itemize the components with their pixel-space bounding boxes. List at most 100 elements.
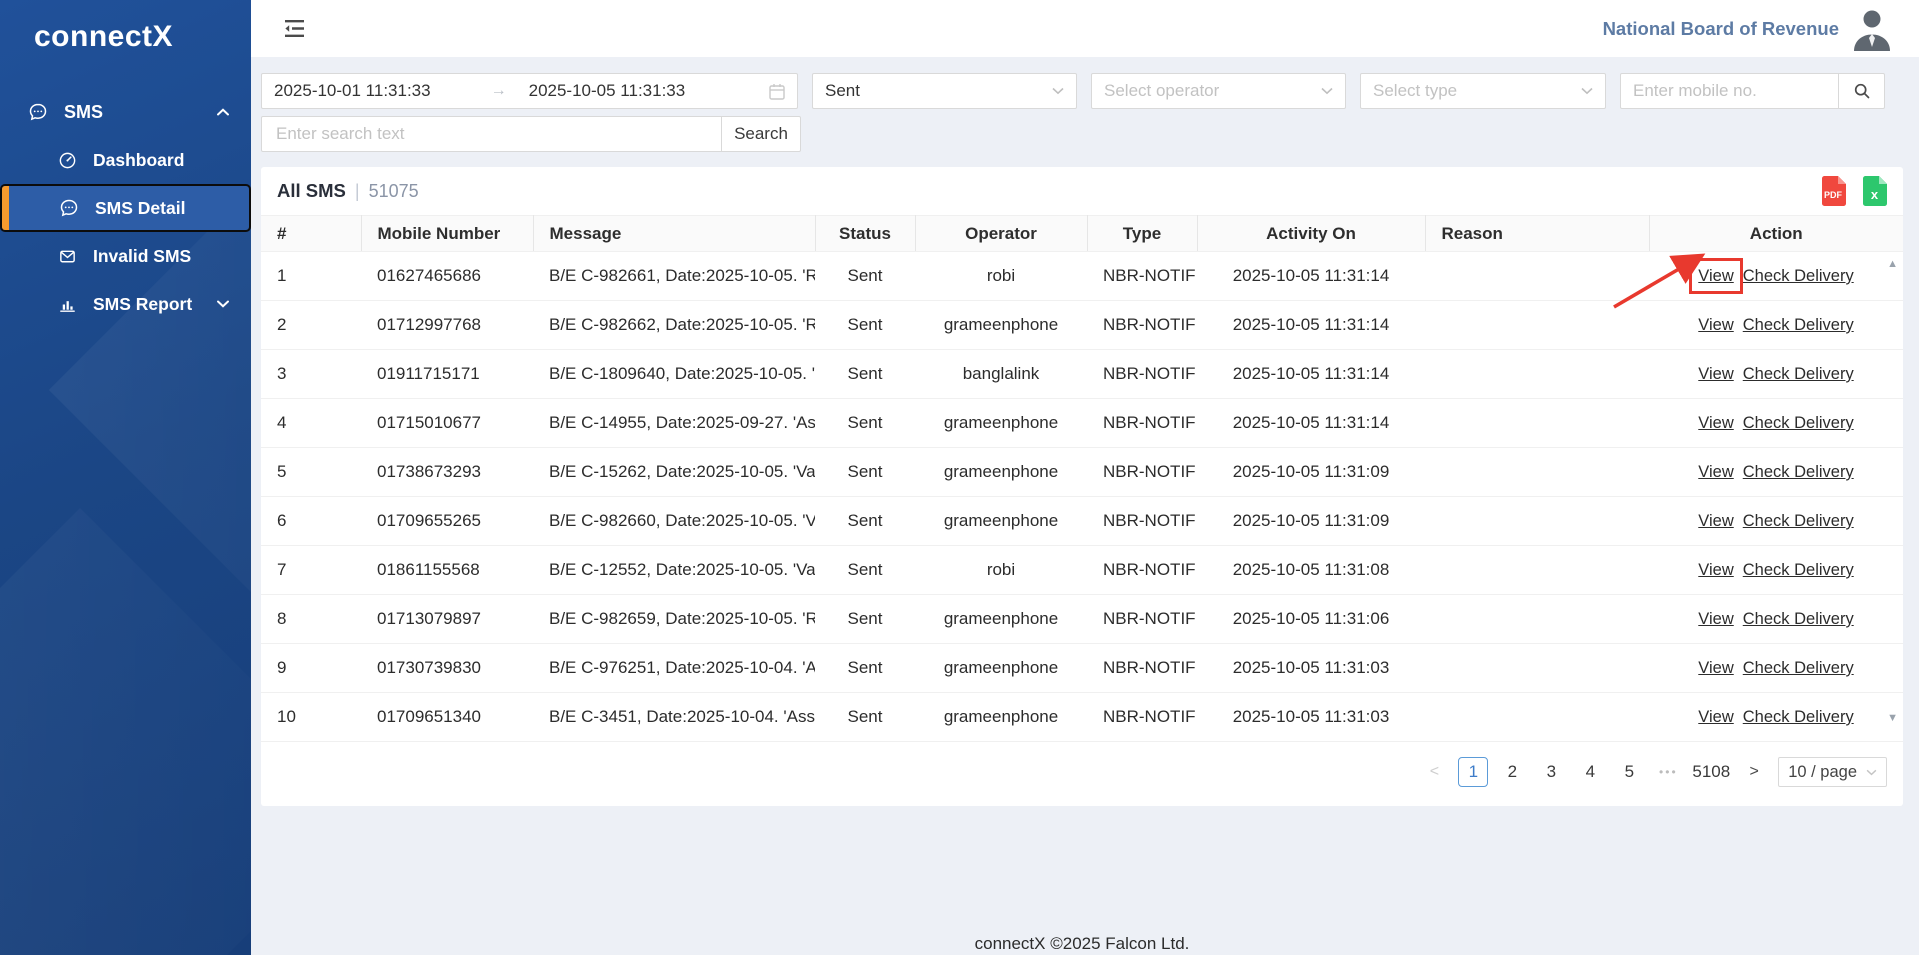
pagination-page-1[interactable]: 1	[1458, 757, 1488, 787]
cell-activity: 2025-10-05 11:31:14	[1197, 301, 1425, 350]
view-link[interactable]: View	[1698, 561, 1733, 579]
view-link[interactable]: View	[1698, 365, 1733, 383]
range-arrow-icon: →	[491, 82, 507, 100]
cell-activity: 2025-10-05 11:31:03	[1197, 693, 1425, 742]
view-link[interactable]: View	[1698, 414, 1733, 432]
pagination-page-4[interactable]: 4	[1575, 757, 1605, 787]
cell-reason	[1425, 399, 1649, 448]
check-delivery-link[interactable]: Check Delivery	[1743, 365, 1854, 383]
cell-mobile: 01709651340	[361, 693, 533, 742]
check-delivery-link[interactable]: Check Delivery	[1743, 512, 1854, 530]
view-link[interactable]: View	[1698, 708, 1733, 726]
cell-message: B/E C-3451, Date:2025-10-04. 'Assess…	[533, 693, 815, 742]
sidebar-nav: SMS Dashboard SMS Detail Invalid SMS	[0, 88, 251, 328]
menu-fold-icon[interactable]	[284, 19, 305, 38]
cell-reason	[1425, 448, 1649, 497]
pdf-export-icon[interactable]: PDF	[1820, 176, 1846, 206]
cell-reason	[1425, 644, 1649, 693]
pagination-page-5[interactable]: 5	[1614, 757, 1644, 787]
check-delivery-link[interactable]: Check Delivery	[1743, 659, 1854, 677]
cell-status: Sent	[815, 644, 915, 693]
table-row: 101627465686B/E C-982661, Date:2025-10-0…	[261, 252, 1903, 301]
pagination-page-2[interactable]: 2	[1497, 757, 1527, 787]
check-delivery-link[interactable]: Check Delivery	[1743, 316, 1854, 334]
excel-export-icon[interactable]: x	[1861, 176, 1887, 206]
cell-index: 9	[261, 644, 361, 693]
sms-table-card: All SMS | 51075 PDF x	[261, 167, 1903, 806]
check-delivery-link[interactable]: Check Delivery	[1743, 610, 1854, 628]
cell-operator: grameenphone	[915, 399, 1087, 448]
search-button[interactable]: Search	[721, 116, 801, 152]
cell-activity: 2025-10-05 11:31:14	[1197, 350, 1425, 399]
sidebar-item-sms-report[interactable]: SMS Report	[0, 280, 251, 328]
cell-type: NBR-NOTIFIC…	[1087, 252, 1197, 301]
user-avatar[interactable]	[1851, 7, 1893, 51]
cell-message: B/E C-982659, Date:2025-10-05. 'Reg…	[533, 595, 815, 644]
cell-status: Sent	[815, 448, 915, 497]
mobile-number-input[interactable]	[1620, 73, 1839, 109]
cell-reason	[1425, 497, 1649, 546]
page-size-select[interactable]: 10 / page	[1778, 757, 1887, 787]
cell-type: NBR-NOTIFIC…	[1087, 399, 1197, 448]
table-row: 601709655265B/E C-982660, Date:2025-10-0…	[261, 497, 1903, 546]
scroll-up-icon[interactable]: ▲	[1887, 259, 1898, 270]
scroll-down-icon[interactable]: ▼	[1887, 713, 1898, 724]
status-select[interactable]: Sent	[812, 73, 1077, 109]
cell-action: View Check Delivery	[1649, 644, 1903, 693]
pagination-ellipsis[interactable]: •••	[1653, 757, 1683, 787]
cell-operator: banglalink	[915, 350, 1087, 399]
sms-table: # Mobile Number Message Status Operator …	[261, 215, 1903, 742]
sidebar-item-sms-detail[interactable]: SMS Detail	[0, 184, 251, 232]
sidebar-item-label: SMS Detail	[95, 198, 185, 219]
cell-type: NBR-NOTIFIC…	[1087, 497, 1197, 546]
chat-bubble-icon	[58, 198, 80, 218]
check-delivery-link[interactable]: Check Delivery	[1743, 708, 1854, 726]
col-header-message: Message	[533, 216, 815, 252]
pagination-page-3[interactable]: 3	[1536, 757, 1566, 787]
view-link[interactable]: View	[1698, 659, 1733, 677]
pagination-next[interactable]: >	[1739, 757, 1769, 787]
col-header-type: Type	[1087, 216, 1197, 252]
cell-status: Sent	[815, 497, 915, 546]
check-delivery-link[interactable]: Check Delivery	[1743, 267, 1854, 285]
sidebar-item-sms[interactable]: SMS	[0, 88, 251, 136]
check-delivery-link[interactable]: Check Delivery	[1743, 561, 1854, 579]
cell-message: B/E C-982661, Date:2025-10-05. 'Regi…	[533, 252, 815, 301]
cell-operator: grameenphone	[915, 595, 1087, 644]
view-link[interactable]: View	[1698, 267, 1733, 285]
sidebar-item-invalid-sms[interactable]: Invalid SMS	[0, 232, 251, 280]
cell-mobile: 01712997768	[361, 301, 533, 350]
topbar: National Board of Revenue	[251, 0, 1919, 57]
cell-status: Sent	[815, 595, 915, 644]
cell-activity: 2025-10-05 11:31:14	[1197, 252, 1425, 301]
table-row: 201712997768B/E C-982662, Date:2025-10-0…	[261, 301, 1903, 350]
check-delivery-link[interactable]: Check Delivery	[1743, 463, 1854, 481]
cell-mobile: 01861155568	[361, 546, 533, 595]
view-link[interactable]: View	[1698, 512, 1733, 530]
cell-operator: grameenphone	[915, 497, 1087, 546]
cell-operator: grameenphone	[915, 693, 1087, 742]
sidebar-item-dashboard[interactable]: Dashboard	[0, 136, 251, 184]
type-select[interactable]: Select type	[1360, 73, 1606, 109]
cell-action: View Check Delivery	[1649, 546, 1903, 595]
operator-select[interactable]: Select operator	[1091, 73, 1346, 109]
date-range-picker[interactable]: 2025-10-01 11:31:33 → 2025-10-05 11:31:3…	[261, 73, 798, 109]
type-select-placeholder: Select type	[1373, 81, 1457, 101]
cell-type: NBR-NOTIFIC…	[1087, 644, 1197, 693]
view-link[interactable]: View	[1698, 463, 1733, 481]
check-delivery-link[interactable]: Check Delivery	[1743, 414, 1854, 432]
sidebar-decoration	[0, 508, 251, 955]
pagination-prev[interactable]: <	[1419, 757, 1449, 787]
col-header-reason: Reason	[1425, 216, 1649, 252]
pagination-page-last[interactable]: 5108	[1692, 757, 1730, 787]
cell-type: NBR-NOTIFIC…	[1087, 595, 1197, 644]
chevron-down-icon	[1866, 769, 1877, 776]
cell-index: 3	[261, 350, 361, 399]
search-text-input[interactable]	[261, 116, 722, 152]
cell-activity: 2025-10-05 11:31:03	[1197, 644, 1425, 693]
sidebar-item-label: Dashboard	[93, 150, 184, 171]
view-link[interactable]: View	[1698, 610, 1733, 628]
mobile-search-button[interactable]	[1839, 73, 1885, 109]
view-link[interactable]: View	[1698, 316, 1733, 334]
org-name: National Board of Revenue	[1603, 18, 1839, 40]
